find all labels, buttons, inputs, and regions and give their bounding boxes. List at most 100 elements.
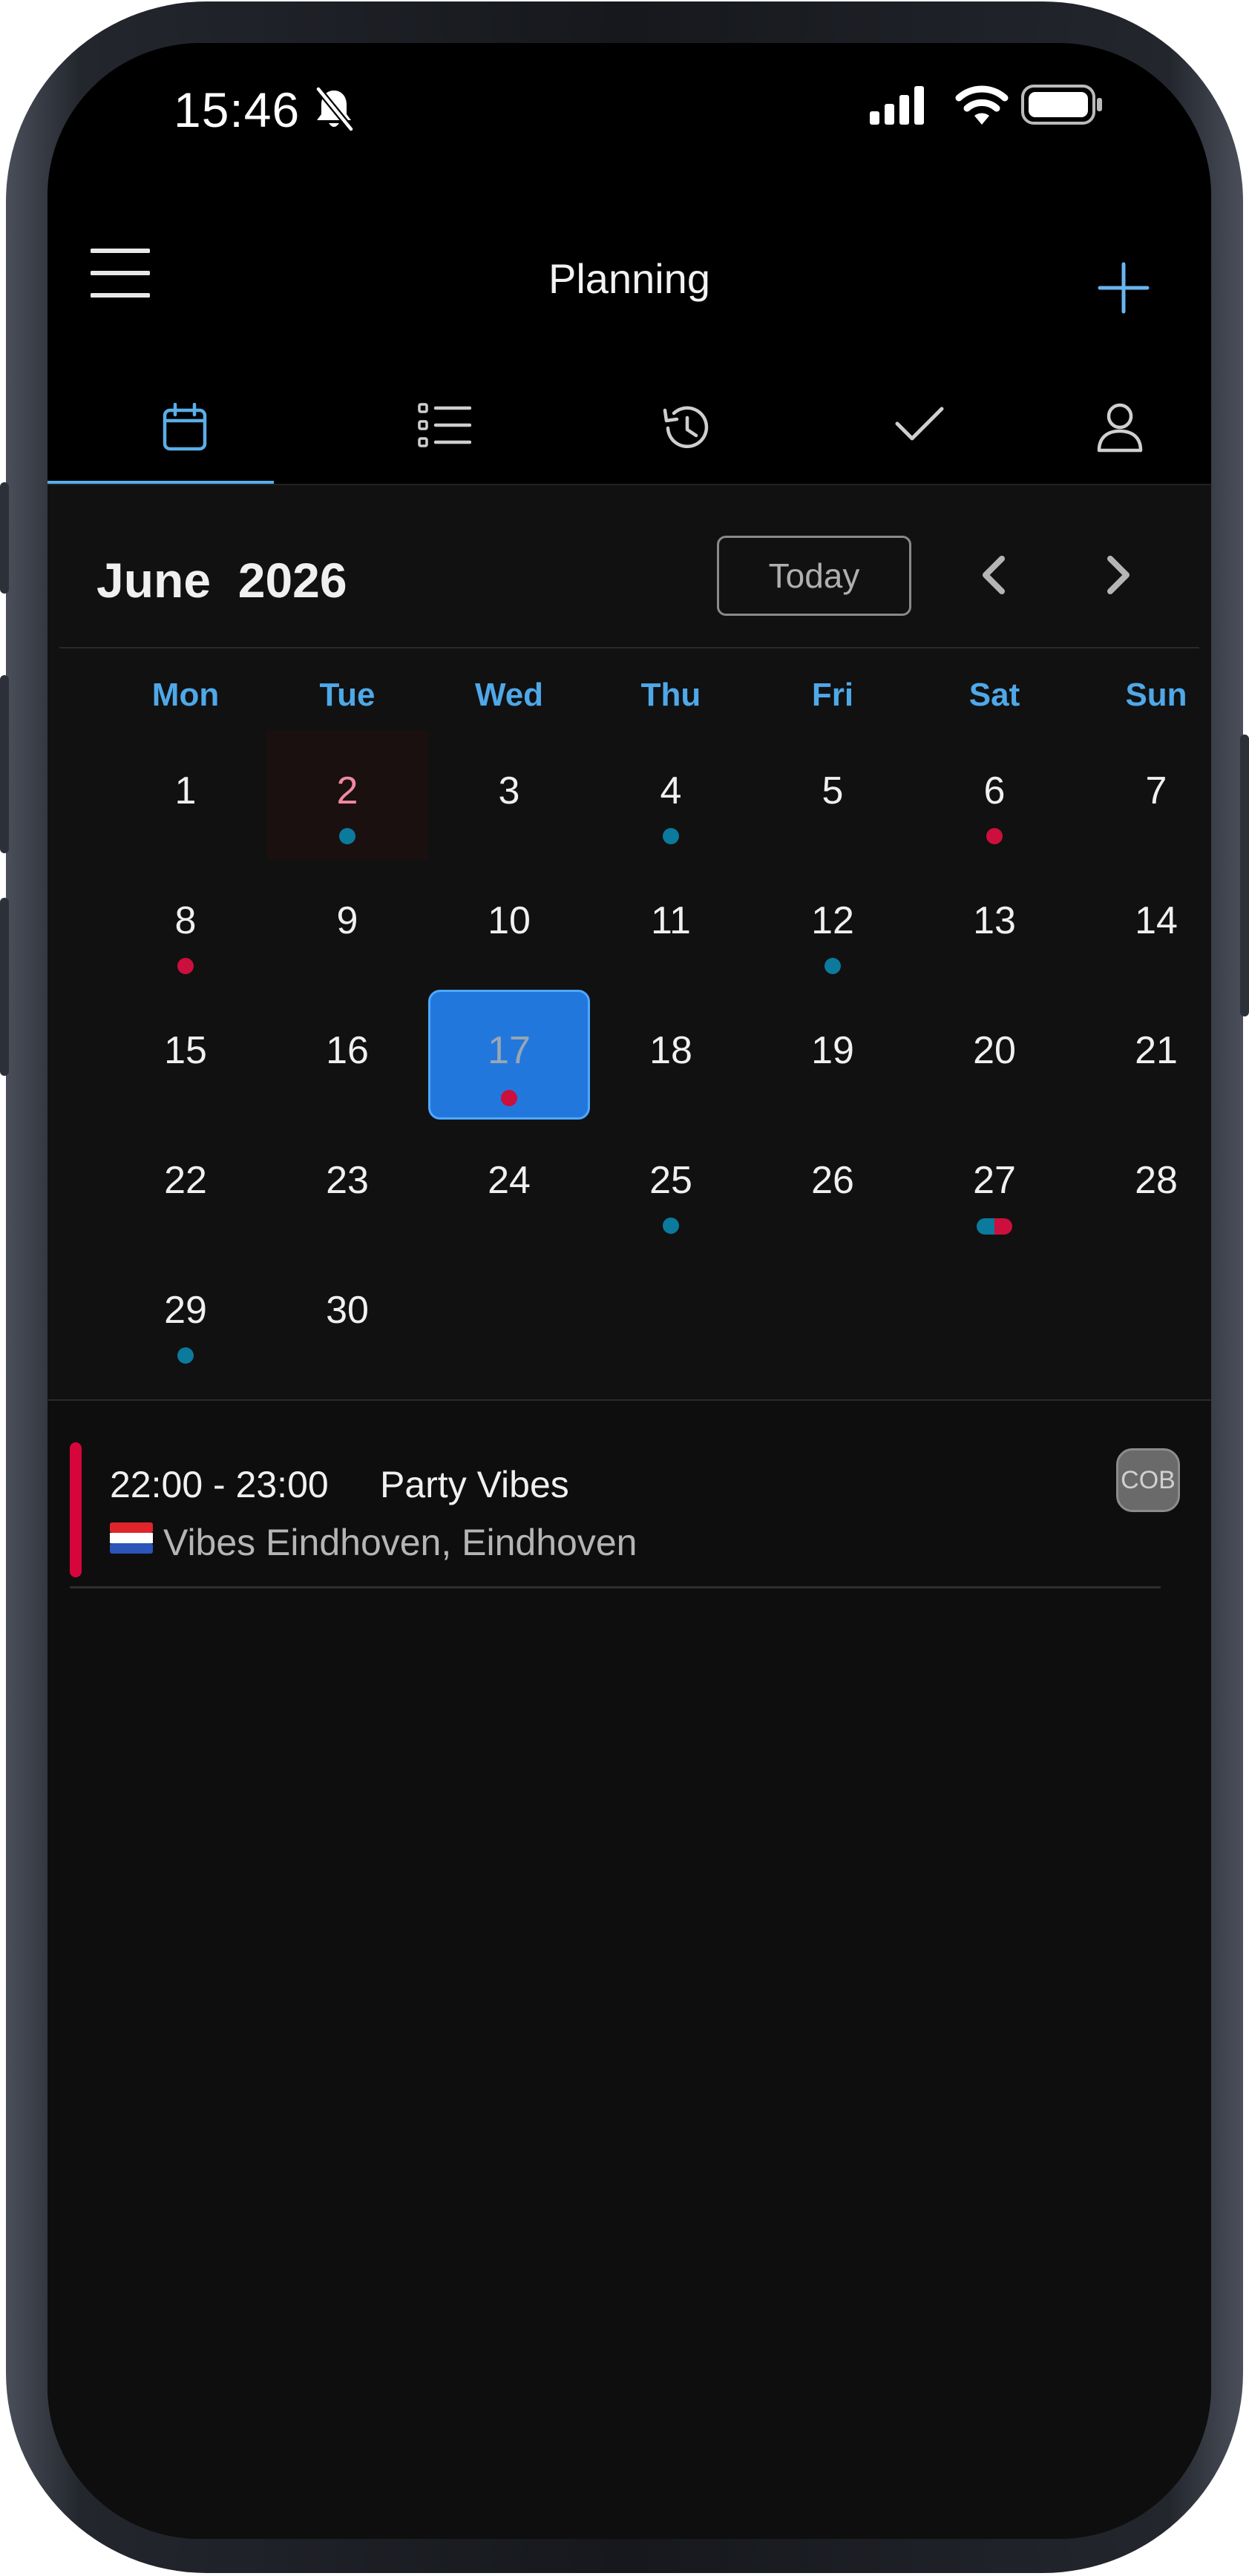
chevron-left-icon[interactable] bbox=[968, 548, 1021, 602]
chevron-right-icon[interactable] bbox=[1091, 548, 1144, 602]
day-grid: 1 2 3 4 5 6 7 8 9 10 11 12 13 14 15 16 17 18 19 20 21 22 23 24 2… bbox=[47, 730, 1211, 1383]
event-dot bbox=[986, 828, 1003, 844]
history-icon bbox=[663, 406, 709, 448]
tab-done[interactable] bbox=[808, 369, 1031, 481]
calendar-day[interactable]: 28 bbox=[1075, 1120, 1211, 1249]
day-number: 15 bbox=[164, 1029, 207, 1072]
day-number: 12 bbox=[811, 899, 854, 942]
tab-list[interactable] bbox=[333, 369, 556, 481]
wifi-icon bbox=[955, 85, 1009, 125]
calendar-day[interactable]: 3 bbox=[428, 730, 590, 860]
calendar-day[interactable]: 20 bbox=[914, 990, 1075, 1120]
calendar-day[interactable]: 11 bbox=[590, 860, 752, 990]
day-number: 17 bbox=[488, 1029, 531, 1072]
calendar-day[interactable]: 17 bbox=[428, 990, 590, 1120]
calendar-day[interactable]: 2 bbox=[266, 730, 428, 860]
event-title: Party Vibes bbox=[380, 1464, 569, 1505]
event-color-bar bbox=[70, 1442, 82, 1577]
calendar-day[interactable]: 15 bbox=[105, 990, 266, 1120]
calendar-day[interactable]: 14 bbox=[1075, 860, 1211, 990]
calendar-day[interactable]: 6 bbox=[914, 730, 1075, 860]
dynamic-island bbox=[485, 65, 767, 99]
app-content: 15:46 Planning June 2026 Today Mon Tue W… bbox=[47, 43, 1211, 2539]
calendar-panel: June 2026 Today Mon Tue Wed Thu Fri Sat … bbox=[47, 485, 1211, 1402]
calendar-day[interactable]: 21 bbox=[1075, 990, 1211, 1120]
day-number: 16 bbox=[326, 1029, 369, 1072]
day-number: 25 bbox=[649, 1159, 692, 1202]
day-number: 6 bbox=[983, 769, 1006, 812]
calendar-day[interactable]: 4 bbox=[590, 730, 752, 860]
day-number: 1 bbox=[174, 769, 197, 812]
event-dot bbox=[177, 1347, 194, 1364]
calendar-day[interactable]: 27 bbox=[914, 1120, 1075, 1249]
day-number: 28 bbox=[1135, 1159, 1178, 1202]
day-number: 9 bbox=[336, 899, 358, 942]
calendar-day[interactable]: 12 bbox=[752, 860, 914, 990]
day-number: 27 bbox=[973, 1159, 1016, 1202]
event-dot bbox=[501, 1090, 517, 1106]
day-number: 20 bbox=[973, 1029, 1016, 1072]
tab-history[interactable] bbox=[574, 369, 797, 481]
page-title: Planning bbox=[548, 255, 710, 302]
event-badge: COB bbox=[1116, 1448, 1180, 1512]
calendar-divider bbox=[59, 647, 1199, 648]
calendar-day[interactable]: 23 bbox=[266, 1120, 428, 1249]
tab-calendar[interactable] bbox=[96, 369, 274, 481]
add-icon[interactable] bbox=[1095, 260, 1152, 316]
day-number: 11 bbox=[651, 899, 691, 942]
weekday-label: Wed bbox=[474, 677, 544, 713]
calendar-day[interactable]: 7 bbox=[1075, 730, 1211, 860]
event-list: 22:00 - 23:00 Party Vibes Vibes Eindhove… bbox=[47, 1401, 1211, 2539]
calendar-icon bbox=[163, 403, 207, 451]
weekday-label: Sat bbox=[968, 677, 1020, 713]
calendar-day[interactable]: 16 bbox=[266, 990, 428, 1120]
volume-down-button bbox=[0, 898, 9, 1076]
weekday-header: Mon Tue Wed Thu Fri Sat Sun bbox=[47, 677, 1211, 721]
event-dot bbox=[177, 958, 194, 974]
calendar-day[interactable]: 1 bbox=[105, 730, 266, 860]
calendar-day[interactable]: 26 bbox=[752, 1120, 914, 1249]
event-time: 22:00 - 23:00 bbox=[110, 1464, 329, 1505]
day-number: 10 bbox=[488, 899, 531, 942]
weekday-label: Tue bbox=[319, 677, 376, 713]
calendar-day[interactable]: 25 bbox=[590, 1120, 752, 1249]
person-icon bbox=[1097, 403, 1143, 453]
today-button[interactable]: Today bbox=[717, 536, 911, 616]
calendar-day[interactable]: 22 bbox=[105, 1120, 266, 1249]
calendar-day[interactable]: 18 bbox=[590, 990, 752, 1120]
day-number: 26 bbox=[811, 1159, 854, 1202]
list-icon bbox=[418, 403, 471, 447]
calendar-day[interactable]: 9 bbox=[266, 860, 428, 990]
event-divider bbox=[70, 1586, 1161, 1588]
year-label: 2026 bbox=[237, 553, 347, 608]
volume-up-button bbox=[0, 675, 9, 853]
day-number: 19 bbox=[811, 1029, 854, 1072]
day-number: 30 bbox=[326, 1289, 369, 1332]
action-button bbox=[0, 482, 9, 594]
screen: 15:46 Planning June 2026 Today Mon Tue W… bbox=[47, 43, 1211, 2539]
calendar-day[interactable]: 8 bbox=[105, 860, 266, 990]
event-dot bbox=[825, 958, 841, 974]
weekday-label: Thu bbox=[640, 677, 701, 713]
tab-bar bbox=[47, 369, 1211, 485]
day-number: 29 bbox=[164, 1289, 207, 1332]
netherlands-flag-icon bbox=[110, 1522, 153, 1554]
tab-profile[interactable] bbox=[1035, 369, 1205, 481]
event-dot bbox=[339, 828, 355, 844]
weekday-label: Mon bbox=[151, 677, 220, 713]
calendar-day[interactable]: 5 bbox=[752, 730, 914, 860]
calendar-day[interactable]: 19 bbox=[752, 990, 914, 1120]
day-number: 7 bbox=[1145, 769, 1167, 812]
day-number: 8 bbox=[174, 899, 197, 942]
event-item[interactable]: 22:00 - 23:00 Party Vibes Vibes Eindhove… bbox=[70, 1442, 1189, 1585]
calendar-day[interactable]: 24 bbox=[428, 1120, 590, 1249]
weekday-label: Fri bbox=[811, 677, 854, 713]
checkmark-icon bbox=[895, 407, 944, 441]
calendar-day[interactable]: 10 bbox=[428, 860, 590, 990]
event-dot-group bbox=[977, 1218, 1012, 1235]
calendar-day[interactable]: 29 bbox=[105, 1249, 266, 1379]
day-number: 24 bbox=[488, 1159, 531, 1202]
calendar-day[interactable]: 30 bbox=[266, 1249, 428, 1379]
calendar-day[interactable]: 13 bbox=[914, 860, 1075, 990]
event-dot bbox=[663, 828, 679, 844]
